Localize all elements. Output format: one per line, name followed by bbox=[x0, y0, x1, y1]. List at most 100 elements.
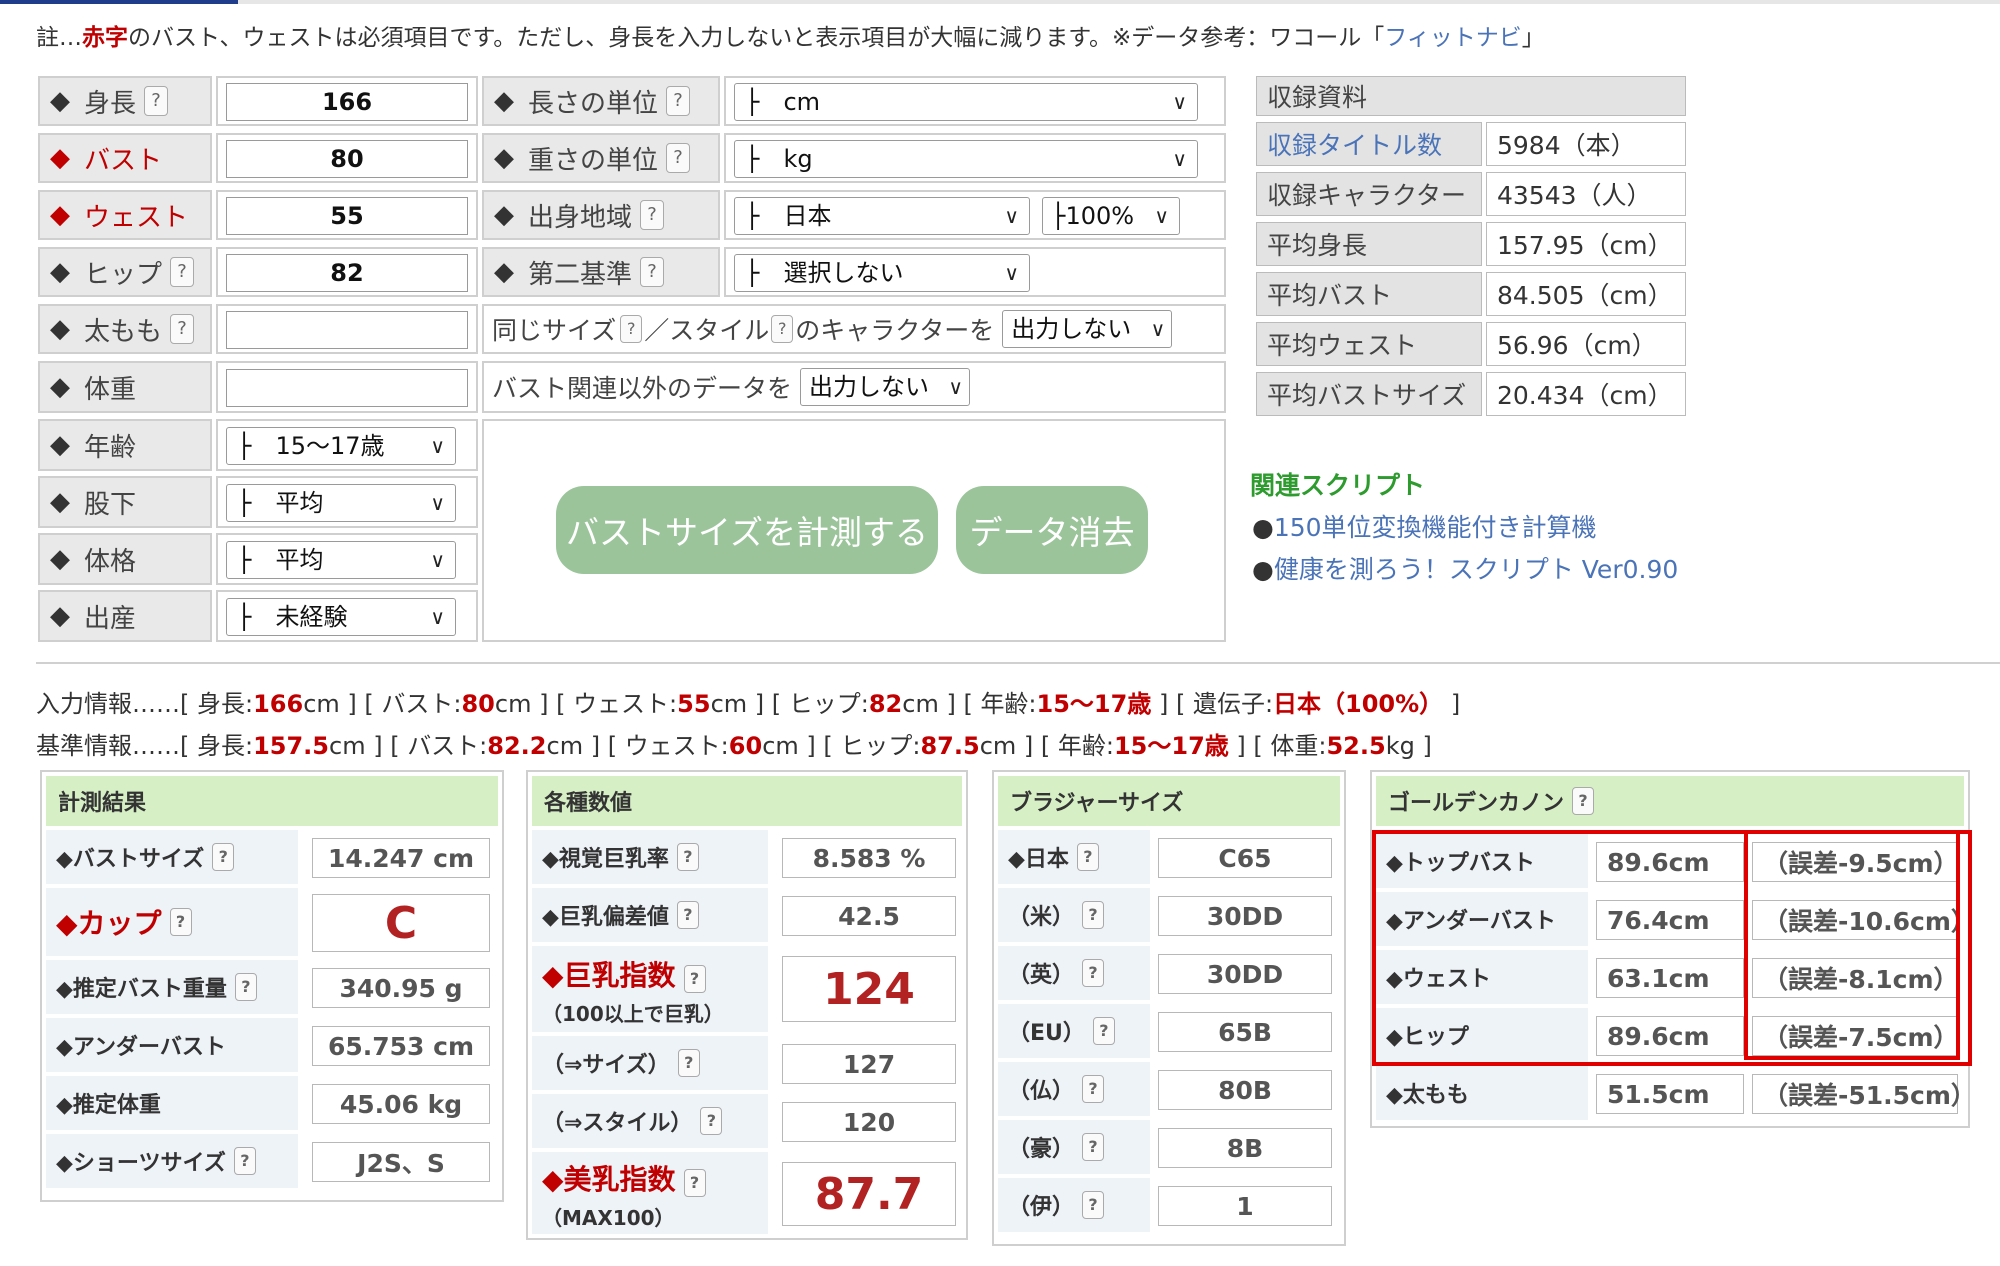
help-icon[interactable]: ? bbox=[1082, 1133, 1105, 1161]
base-info-line: 基準情報……[ 身長:157.5cm ] [ バスト:82.2cm ] [ ウェ… bbox=[36, 726, 1432, 761]
waist-input[interactable]: 55 bbox=[226, 197, 468, 235]
note-middle: のバスト、ウェストは必須項目です。ただし、身長を入力しないと表示項目が大幅に減り… bbox=[128, 25, 1385, 51]
height-input[interactable]: 166 bbox=[226, 83, 468, 121]
length-unit-cell: ├ cm ∨ bbox=[724, 76, 1226, 126]
info-value: 60 bbox=[728, 732, 763, 760]
info-value: 52.5 bbox=[1326, 732, 1386, 760]
non-bust-select[interactable]: 出力しない ∨ bbox=[800, 368, 971, 406]
help-icon[interactable]: ? bbox=[169, 908, 192, 936]
help-icon[interactable]: ? bbox=[1082, 1191, 1105, 1219]
fitnavi-link[interactable]: フィットナビ bbox=[1384, 25, 1522, 51]
record-label: 平均身長 bbox=[1256, 222, 1482, 266]
related-link-calculator[interactable]: 150単位変換機能付き計算機 bbox=[1274, 513, 1597, 542]
label-text: （豪） bbox=[1008, 1137, 1075, 1162]
birth-select[interactable]: ├ 未経験 ∨ bbox=[226, 598, 456, 636]
related-link-health[interactable]: 健康を測ろう！スクリプト Ver0.90 bbox=[1274, 555, 1678, 584]
help-icon[interactable]: ? bbox=[677, 1049, 700, 1077]
second-std-select[interactable]: ├ 選択しない ∨ bbox=[734, 254, 1030, 292]
chevron-down-icon: ∨ bbox=[1004, 204, 1019, 228]
help-icon[interactable]: ? bbox=[666, 86, 691, 116]
info-text: cm ] [ 年齢: bbox=[902, 690, 1037, 718]
origin-percent-select[interactable]: ├100% ∨ bbox=[1042, 197, 1180, 235]
length-unit-label: ◆ 長さの単位? bbox=[482, 76, 720, 126]
bra-label: ◆日本? bbox=[998, 830, 1150, 884]
weight-input[interactable] bbox=[226, 369, 468, 407]
style-value: 120 bbox=[782, 1102, 956, 1142]
chevron-down-icon: ∨ bbox=[430, 491, 445, 515]
note-suffix: 」 bbox=[1521, 25, 1545, 51]
help-icon[interactable]: ? bbox=[666, 143, 691, 173]
weight-unit-select[interactable]: ├ kg ∨ bbox=[734, 140, 1198, 178]
inseam-label-text: 股下 bbox=[84, 489, 137, 520]
bra-value: 30DD bbox=[1158, 954, 1332, 994]
help-icon[interactable]: ? bbox=[1092, 1017, 1115, 1045]
info-text: cm ] [ バスト: bbox=[329, 732, 488, 760]
height-cell: 166 bbox=[216, 76, 478, 126]
help-icon[interactable]: ? bbox=[170, 314, 195, 344]
label-text: （⇒サイズ） bbox=[542, 1053, 670, 1078]
bra-label: （仏）? bbox=[998, 1062, 1150, 1116]
help-icon[interactable]: ? bbox=[170, 257, 195, 287]
help-icon[interactable]: ? bbox=[144, 86, 169, 116]
weight-unit-label: ◆ 重さの単位? bbox=[482, 133, 720, 183]
hip-label-text: ヒップ bbox=[84, 259, 163, 290]
inseam-select[interactable]: ├ 平均 ∨ bbox=[226, 484, 456, 522]
chevron-down-icon: ∨ bbox=[1172, 147, 1187, 171]
bust-input[interactable]: 80 bbox=[226, 140, 468, 178]
metric-label-index: ◆巨乳指数? （100以上で巨乳） bbox=[532, 946, 768, 1032]
non-bust-text: バスト関連以外のデータを bbox=[492, 374, 793, 403]
height-label: ◆ 身長? bbox=[38, 76, 212, 126]
help-icon[interactable]: ? bbox=[212, 843, 235, 871]
origin-value: ├ 日本 bbox=[745, 202, 832, 230]
origin-select[interactable]: ├ 日本 ∨ bbox=[734, 197, 1030, 235]
build-select[interactable]: ├ 平均 ∨ bbox=[226, 541, 456, 579]
help-icon[interactable]: ? bbox=[1082, 1075, 1105, 1103]
same-size-select[interactable]: 出力しない ∨ bbox=[1002, 310, 1173, 348]
help-icon[interactable]: ? bbox=[700, 1107, 723, 1135]
bra-value: 65B bbox=[1158, 1012, 1332, 1052]
help-icon[interactable]: ? bbox=[1076, 843, 1099, 871]
help-icon[interactable]: ? bbox=[683, 965, 706, 993]
info-text: ] bbox=[1443, 690, 1461, 718]
info-text: cm ] [ ヒップ: bbox=[710, 690, 869, 718]
chevron-down-icon: ∨ bbox=[1154, 204, 1169, 228]
help-icon[interactable]: ? bbox=[683, 1169, 706, 1197]
help-icon[interactable]: ? bbox=[1082, 901, 1105, 929]
age-select-value: ├ 15～17歳 bbox=[237, 432, 385, 460]
same-size-text: 同じサイズ bbox=[492, 316, 617, 345]
help-icon[interactable]: ? bbox=[771, 315, 794, 343]
help-icon[interactable]: ? bbox=[620, 315, 643, 343]
age-select[interactable]: ├ 15～17歳 ∨ bbox=[226, 427, 456, 465]
help-icon[interactable]: ? bbox=[676, 843, 699, 871]
build-label: ◆ 体格 bbox=[38, 533, 212, 585]
help-icon[interactable]: ? bbox=[640, 257, 665, 287]
bra-label: （米）? bbox=[998, 888, 1150, 942]
age-label: ◆ 年齢 bbox=[38, 419, 212, 471]
info-value: 15～17歳 bbox=[1036, 690, 1152, 718]
thigh-input[interactable] bbox=[226, 311, 468, 349]
label-text: ◆巨乳指数 bbox=[542, 959, 676, 992]
hip-input[interactable]: 82 bbox=[226, 254, 468, 292]
measure-bust-button[interactable]: バストサイズを計測する bbox=[556, 486, 938, 574]
help-icon[interactable]: ? bbox=[1082, 959, 1105, 987]
cup-value: C bbox=[312, 894, 490, 952]
bullet-icon: ● bbox=[1252, 513, 1274, 542]
length-unit-select[interactable]: ├ cm ∨ bbox=[734, 83, 1198, 121]
bust-cell: 80 bbox=[216, 133, 478, 183]
info-value: 82.2 bbox=[487, 732, 547, 760]
help-icon[interactable]: ? bbox=[233, 1147, 256, 1175]
help-icon[interactable]: ? bbox=[676, 901, 699, 929]
bra-value: 8B bbox=[1158, 1128, 1332, 1168]
help-icon[interactable]: ? bbox=[234, 973, 257, 1001]
metrics-panel: 各種数値 ◆視覚巨乳率? 8.583 % ◆巨乳偏差値? 42.5 ◆巨乳指数?… bbox=[526, 770, 968, 1240]
divider bbox=[36, 662, 2000, 664]
top-accent bbox=[0, 0, 238, 4]
birth-cell: ├ 未経験 ∨ bbox=[216, 590, 478, 642]
help-icon[interactable]: ? bbox=[640, 200, 665, 230]
help-icon[interactable]: ? bbox=[1572, 787, 1595, 815]
visual-rate-value: 8.583 % bbox=[782, 838, 956, 878]
record-titles-link[interactable]: 収録タイトル数 bbox=[1256, 122, 1482, 166]
clear-data-button[interactable]: データ消去 bbox=[956, 486, 1148, 574]
second-std-label: ◆ 第二基準? bbox=[482, 247, 720, 297]
weight-unit-label-text: 重さの単位 bbox=[528, 145, 659, 176]
